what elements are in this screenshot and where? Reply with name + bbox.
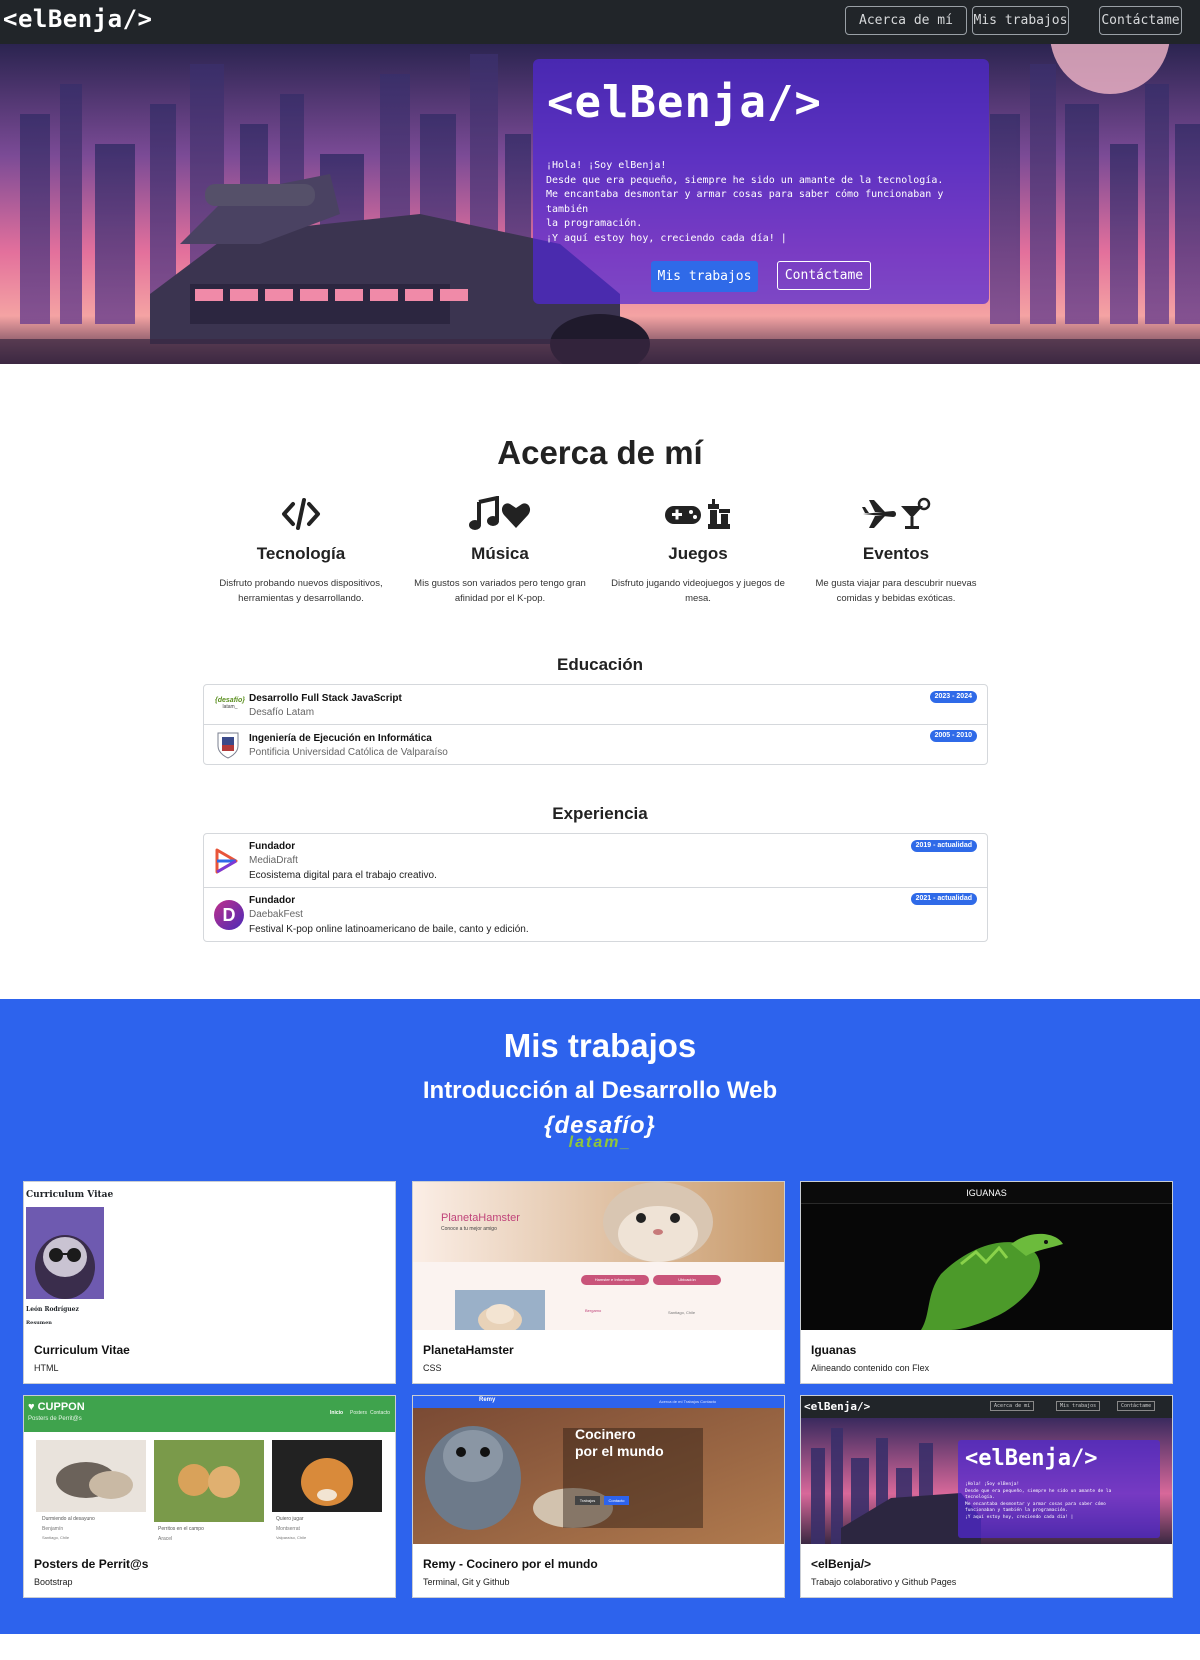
interest-title: Tecnología <box>256 544 346 563</box>
project-tech: Trabajo colaborativo y Github Pages <box>811 1577 957 1587</box>
project-card-curriculum[interactable]: Curriculum Vitae León Rodríguez Resumen … <box>23 1181 396 1384</box>
works-subtitle: Introducción al Desarrollo Web <box>422 1077 778 1104</box>
cat-photo-image <box>26 1207 104 1299</box>
project-title: Curriculum Vitae <box>34 1343 130 1357</box>
experience-title: Experiencia <box>552 804 648 823</box>
project-tech: CSS <box>423 1363 442 1373</box>
hero-section: <elBenja/> ¡Hola! ¡Soy elBenja! Desde qu… <box>0 44 1200 364</box>
project-tech: Bootstrap <box>34 1577 73 1587</box>
iguana-photo-image <box>801 1204 1172 1330</box>
period-badge: 2021 - actualidad <box>910 893 977 905</box>
navbar: <elBenja/> Acerca de mí Mis trabajos Con… <box>0 0 1200 44</box>
hamster-photo-image <box>455 1290 545 1330</box>
project-thumbnail: IGUANAS <box>801 1182 1172 1330</box>
project-title: PlanetaHamster <box>423 1343 514 1357</box>
project-card-planetahamster[interactable]: PlanetaHamster Conoce a tu mejor amigo H… <box>412 1181 785 1384</box>
interest-music: Música Mis gustos son variados pero teng… <box>405 496 595 606</box>
project-card-perritos[interactable]: ♥ CUPPON Posters de Perrit@s Inicio Post… <box>23 1395 396 1598</box>
project-card-elbenja[interactable]: <elBenja/> Acerca de mí Mis trabajos Con… <box>800 1395 1173 1598</box>
project-title: <elBenja/> <box>811 1557 872 1571</box>
hero-works-button[interactable]: Mis trabajos <box>651 261 758 292</box>
project-title: Posters de Perrit@s <box>34 1557 149 1571</box>
period-badge: 2023 - 2024 <box>929 691 977 703</box>
interest-description: Disfruto probando nuevos dispositivos, h… <box>219 578 383 604</box>
project-title: Iguanas <box>811 1343 857 1357</box>
experience-description: Festival K-pop online latinoamericano de… <box>249 924 529 935</box>
education-institution: Pontificia Universidad Católica de Valpa… <box>249 747 448 758</box>
project-thumbnail: Remy Acerca de mí Trabajos Contacto Coci… <box>413 1396 784 1544</box>
hero-line: ¡Y aquí estoy hoy, creciendo cada día! | <box>546 232 787 244</box>
dogs-sleeping-image <box>36 1440 146 1512</box>
interest-technology: Tecnología Disfruto probando nuevos disp… <box>206 496 396 606</box>
list-item: Fundador MediaDraft Ecosistema digital p… <box>204 834 987 888</box>
daebakfest-logo: D <box>214 900 244 930</box>
experience-description: Ecosistema digital para el trabajo creat… <box>249 870 437 881</box>
interest-description: Disfruto jugando videojuegos y juegos de… <box>611 578 785 604</box>
hero-line: Desde que era pequeño, siempre he sido u… <box>546 174 944 186</box>
hero-title: <elBenja/> <box>547 77 822 128</box>
interest-title: Eventos <box>862 544 930 563</box>
interest-description: Mis gustos son variados pero tengo gran … <box>414 578 586 604</box>
project-thumbnail: Curriculum Vitae León Rodríguez Resumen <box>24 1182 395 1330</box>
period-badge: 2005 - 2010 <box>929 730 977 742</box>
gamepad-chess-icon <box>665 499 730 529</box>
pucv-crest-icon <box>217 732 239 759</box>
nav-link-about[interactable]: Acerca de mí <box>845 6 967 35</box>
nav-link-contact[interactable]: Contáctame <box>1099 6 1182 35</box>
music-heart-icon <box>469 496 531 530</box>
list-item: D Fundador DaebakFest Festival K-pop onl… <box>204 888 987 941</box>
education-list: {desafío} latam_ Desarrollo Full Stack J… <box>203 684 988 765</box>
desafio-latam-logo: {desafío} latam_ <box>544 1112 656 1151</box>
dog-playing-image <box>272 1440 382 1512</box>
education-institution: Desafío Latam <box>249 707 315 718</box>
list-item: Ingeniería de Ejecución en Informática P… <box>204 725 987 764</box>
education-title-text: Ingeniería de Ejecución en Informática <box>249 733 432 744</box>
mediadraft-logo-icon <box>215 848 238 874</box>
code-icon <box>282 498 320 530</box>
works-title: Mis trabajos <box>503 1027 697 1064</box>
project-tech: Alineando contenido con Flex <box>811 1363 930 1373</box>
hero-intro-text: ¡Hola! ¡Soy elBenja! Desde que era peque… <box>546 159 976 246</box>
project-card-iguanas[interactable]: IGUANAS Iguanas Alineando contenido con … <box>800 1181 1173 1384</box>
experience-company: MediaDraft <box>249 855 298 866</box>
project-thumbnail: ♥ CUPPON Posters de Perrit@s Inicio Post… <box>24 1396 395 1544</box>
list-item: {desafío} latam_ Desarrollo Full Stack J… <box>204 685 987 725</box>
cuppon-brand: ♥ CUPPON <box>28 1401 85 1413</box>
interest-games: Juegos Disfruto jugando videojuegos y ju… <box>603 496 793 606</box>
education-title-text: Desarrollo Full Stack JavaScript <box>249 693 402 704</box>
experience-role: Fundador <box>249 841 296 852</box>
desafio-latam-logo: {desafío} latam_ <box>215 697 245 710</box>
project-tech: Terminal, Git y Github <box>423 1577 510 1587</box>
education-title: Educación <box>557 655 643 674</box>
project-thumbnail: PlanetaHamster Conoce a tu mejor amigo H… <box>413 1182 784 1330</box>
interest-title: Juegos <box>668 544 728 563</box>
hero-line: Me encantaba desmontar y armar cosas par… <box>546 189 944 215</box>
about-title: Acerca de mí <box>497 434 703 471</box>
project-title: Remy - Cocinero por el mundo <box>423 1557 598 1571</box>
nav-link-works[interactable]: Mis trabajos <box>972 6 1069 35</box>
brand-logo[interactable]: <elBenja/> <box>3 5 153 33</box>
interest-description: Me gusta viajar para descubrir nuevas co… <box>815 578 977 604</box>
experience-role: Fundador <box>249 895 296 906</box>
hero-card: <elBenja/> ¡Hola! ¡Soy elBenja! Desde qu… <box>533 59 989 304</box>
project-card-remy[interactable]: Remy Acerca de mí Trabajos Contacto Coci… <box>412 1395 785 1598</box>
plane-cocktail-icon <box>862 497 931 529</box>
project-tech: HTML <box>34 1363 59 1373</box>
works-section: Mis trabajos Introducción al Desarrollo … <box>0 999 1200 1634</box>
project-thumbnail: <elBenja/> Acerca de mí Mis trabajos Con… <box>801 1396 1172 1544</box>
experience-list: Fundador MediaDraft Ecosistema digital p… <box>203 833 988 942</box>
interest-events: Eventos Me gusta viajar para descubrir n… <box>801 496 991 606</box>
interest-title: Música <box>471 544 529 563</box>
hero-line: ¡Hola! ¡Soy elBenja! <box>546 160 667 171</box>
hero-contact-button[interactable]: Contáctame <box>777 261 871 290</box>
hero-line: la programación. <box>546 218 643 229</box>
period-badge: 2019 - actualidad <box>910 840 977 852</box>
experience-company: DaebakFest <box>249 909 303 920</box>
puppies-field-image <box>154 1440 264 1522</box>
preview-intro-text: ¡Hola! ¡Soy elBenja! Desde que era peque… <box>965 1482 1112 1520</box>
